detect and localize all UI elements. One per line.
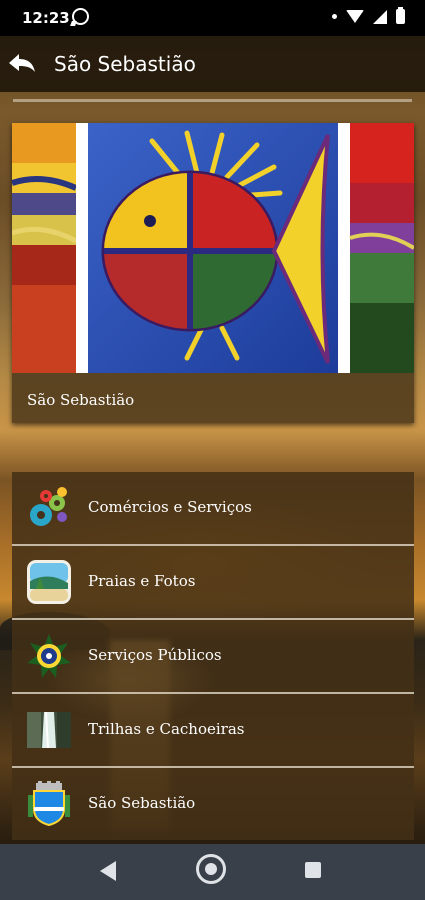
hero-title: São Sebastião (27, 391, 135, 409)
nav-back-icon[interactable] (100, 861, 116, 881)
signal-icon (373, 9, 387, 24)
menu-item-sao-sebastiao[interactable]: São Sebastião (12, 768, 414, 840)
header-divider (13, 99, 412, 102)
menu-item-praias[interactable]: Praias e Fotos (12, 546, 414, 620)
menu-item-label: Serviços Públicos (88, 646, 222, 664)
page-title: São Sebastião (54, 52, 196, 76)
back-button[interactable] (6, 48, 40, 80)
city-coat-of-arms-icon (28, 781, 70, 827)
wifi-icon (346, 10, 364, 23)
battery-icon (396, 7, 405, 24)
menu-item-label: São Sebastião (88, 794, 196, 812)
system-nav-bar (0, 844, 425, 900)
menu-item-label: Trilhas e Cachoeiras (88, 720, 245, 738)
menu-item-comercios[interactable]: Comércios e Serviços (12, 472, 414, 546)
app-bar: São Sebastião (0, 36, 425, 92)
back-arrow-icon (9, 54, 35, 72)
whatsapp-icon (72, 8, 89, 25)
beach-photo-icon (27, 560, 71, 604)
status-bar: 12:23 (0, 0, 425, 36)
waterfall-icon (27, 711, 71, 749)
menu-item-label: Comércios e Serviços (88, 498, 252, 516)
menu-item-label: Praias e Fotos (88, 572, 196, 590)
status-icons (332, 7, 405, 24)
notification-dot-icon (332, 14, 337, 19)
menu-list: Comércios e Serviços Praias e Fotos Serv… (12, 472, 414, 840)
status-time: 12:23 (22, 9, 70, 27)
nav-recent-apps-icon[interactable] (305, 862, 321, 878)
gears-icon (30, 487, 67, 526)
brazil-coat-of-arms-icon (27, 634, 71, 678)
fish-painting-image (12, 123, 414, 373)
nav-home-icon[interactable] (196, 854, 226, 884)
menu-item-servicos-publicos[interactable]: Serviços Públicos (12, 620, 414, 694)
menu-item-trilhas[interactable]: Trilhas e Cachoeiras (12, 694, 414, 768)
hero-card[interactable]: São Sebastião (12, 123, 414, 423)
